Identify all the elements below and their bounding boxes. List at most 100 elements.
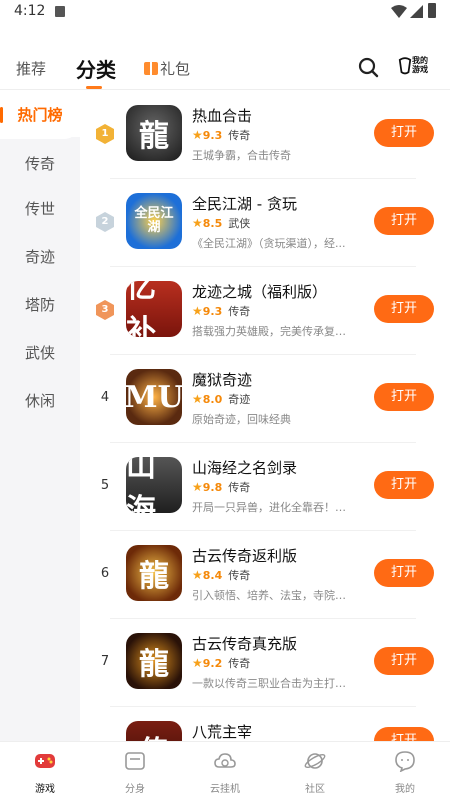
star-icon: ★ [192, 568, 203, 582]
game-icon[interactable]: 龍 [126, 545, 182, 601]
game-description: 开局一只异兽，进化全靠吞！培... [192, 501, 354, 514]
game-icon-text: 全民江湖 [134, 206, 174, 235]
signal-icon [410, 5, 423, 18]
game-description: 原始奇迹，回味经典 [192, 413, 291, 426]
my-games-button[interactable]: 我的游戏 [398, 53, 434, 79]
status-time: 4:12 [14, 3, 46, 19]
game-genre: 传奇 [228, 657, 251, 670]
nav-label: 游戏 [35, 784, 55, 795]
list-item[interactable]: 3 百亿补贴 龙迹之城（福利版） ★9.3 传奇 搭载强力英雄殿，完美传承复古..… [80, 267, 450, 355]
rank-medal-bronze: 3 [96, 300, 114, 320]
game-name: 古云传奇返利版 [192, 547, 298, 565]
cloud-clock-icon [214, 753, 236, 768]
nav-label: 我的 [395, 784, 415, 795]
game-icon[interactable]: MU [126, 369, 182, 425]
open-button[interactable]: 打开 [374, 471, 434, 499]
rank-number: 6 [100, 566, 110, 581]
game-description: 《全民江湖》（贪玩渠道），经... [192, 237, 346, 250]
game-name: 全民江湖 - 贪玩 [192, 195, 297, 213]
sidebar-item-casual[interactable]: 休闲 [0, 377, 80, 425]
game-icon[interactable]: 传 [126, 721, 182, 741]
sidebar-item-legend[interactable]: 传奇 [0, 139, 80, 183]
tab-gift-label: 礼包 [160, 60, 191, 78]
game-description: 一款以传奇三职业合击为主打的... [192, 677, 354, 690]
game-score: 8.4 [202, 569, 223, 582]
game-score: 9.3 [202, 129, 223, 142]
game-meta: ★9.3 传奇 [192, 303, 250, 319]
game-icon-text: MU [126, 379, 182, 415]
sidebar-item-wuxia[interactable]: 武侠 [0, 329, 80, 377]
game-genre: 传奇 [228, 305, 251, 318]
game-genre: 武侠 [228, 217, 251, 230]
rank-number: 4 [100, 390, 110, 405]
nav-label: 社区 [305, 784, 325, 795]
game-genre: 传奇 [228, 129, 251, 142]
open-button[interactable]: 打开 [374, 559, 434, 587]
star-icon: ★ [192, 480, 203, 494]
nav-item-profile[interactable]: 我的 [360, 742, 450, 801]
sidebar-item-chuanshi[interactable]: 传世 [0, 185, 80, 233]
my-games-label: 我的游戏 [412, 56, 428, 74]
tab-gift[interactable]: 礼包 [144, 58, 190, 79]
status-bar: 4:12 [0, 0, 450, 26]
list-item[interactable]: 2 全民江湖 全民江湖 - 贪玩 ★8.5 武侠 《全民江湖》（贪玩渠道），经..… [80, 179, 450, 267]
tab-category[interactable]: 分类 [76, 54, 116, 83]
rank-medal-gold: 1 [96, 124, 114, 144]
open-button[interactable]: 打开 [374, 383, 434, 411]
star-icon: ★ [192, 216, 203, 230]
game-icon[interactable]: 山海 [126, 457, 182, 513]
list-item[interactable]: 8 传 八荒主宰 打开 [80, 707, 450, 741]
gift-icon [144, 62, 158, 75]
nav-item-games[interactable]: 游戏 [0, 742, 90, 801]
game-icon-text: 龍 [139, 559, 169, 594]
star-icon: ★ [192, 304, 203, 318]
bottom-navigation: 游戏 分身 云挂机 社区 我的 [0, 741, 450, 801]
star-icon: ★ [192, 656, 203, 670]
list-item[interactable]: 1 龍 热血合击 ★9.3 传奇 王城争霸，合击传奇 打开 [80, 91, 450, 179]
tab-recommend[interactable]: 推荐 [16, 58, 46, 79]
list-item[interactable]: 4 MU 魔狱奇迹 ★8.0 奇迹 原始奇迹，回味经典 打开 [80, 355, 450, 443]
open-button[interactable]: 打开 [374, 207, 434, 235]
open-button[interactable]: 打开 [374, 295, 434, 323]
list-item[interactable]: 7 龍 古云传奇真充版 ★9.2 传奇 一款以传奇三职业合击为主打的... 打开 [80, 619, 450, 707]
game-meta: ★9.2 传奇 [192, 655, 250, 671]
game-icon[interactable]: 龍 [126, 105, 182, 161]
game-icon[interactable]: 龍 [126, 633, 182, 689]
nav-item-community[interactable]: 社区 [270, 742, 360, 801]
game-genre: 传奇 [228, 481, 251, 494]
planet-icon [304, 753, 326, 769]
game-icon[interactable]: 全民江湖 [126, 193, 182, 249]
nav-item-cloud-idle[interactable]: 云挂机 [180, 742, 270, 801]
open-button[interactable]: 打开 [374, 647, 434, 675]
category-sidebar: 热门榜 传奇 传世 奇迹 塔防 武侠 休闲 [0, 91, 80, 741]
open-button[interactable]: 打开 [374, 119, 434, 147]
game-name: 古云传奇真充版 [192, 635, 298, 653]
nav-item-clone[interactable]: 分身 [90, 742, 180, 801]
game-icon[interactable]: 百亿补贴 [126, 281, 182, 337]
game-name: 八荒主宰 [192, 723, 253, 741]
game-ranking-list: 1 龍 热血合击 ★9.3 传奇 王城争霸，合击传奇 打开 2 全民江湖 全民江湖… [80, 91, 450, 741]
nav-label: 分身 [125, 784, 145, 795]
rank-number: 5 [100, 478, 110, 493]
game-name: 魔狱奇迹 [192, 371, 253, 389]
rank-medal-silver: 2 [96, 212, 114, 232]
nav-label: 云挂机 [210, 784, 240, 795]
game-score: 9.8 [202, 481, 223, 494]
game-score: 9.3 [202, 305, 223, 318]
game-score: 9.2 [202, 657, 223, 670]
list-item[interactable]: 6 龍 古云传奇返利版 ★8.4 传奇 引入顿悟、培养、法宝，寺院建... 打开 [80, 531, 450, 619]
gamepad-icon [35, 754, 55, 768]
list-item[interactable]: 5 山海 山海经之名剑录 ★9.8 传奇 开局一只异兽，进化全靠吞！培... 打开 [80, 443, 450, 531]
clone-icon [125, 752, 145, 770]
top-header: 推荐 分类 礼包 我的游戏 [0, 44, 450, 90]
search-icon[interactable] [357, 56, 379, 78]
star-icon: ★ [192, 392, 203, 406]
game-score: 8.5 [202, 217, 223, 230]
game-description: 搭载强力英雄殿，完美传承复古... [192, 325, 354, 338]
sidebar-item-tower-defense[interactable]: 塔防 [0, 281, 80, 329]
notification-icon [55, 6, 65, 17]
open-button[interactable]: 打开 [374, 727, 434, 741]
sidebar-item-miracle[interactable]: 奇迹 [0, 233, 80, 281]
sidebar-item-hot-active[interactable]: 热门榜 [0, 91, 80, 139]
game-icon-text: 山海 [126, 457, 156, 513]
